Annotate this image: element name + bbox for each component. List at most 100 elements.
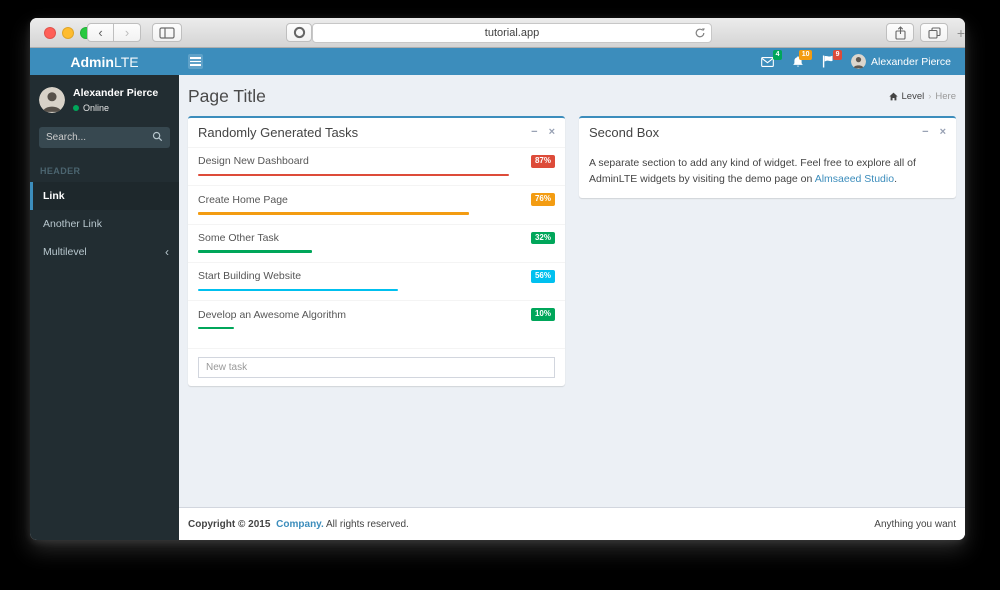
reload-icon bbox=[695, 28, 705, 38]
task-row[interactable]: Some Other Task 32% bbox=[188, 225, 565, 263]
task-row[interactable]: Start Building Website 56% bbox=[188, 263, 565, 302]
brand-bold: Admin bbox=[70, 53, 114, 70]
content-header: Page Title Level › Here bbox=[179, 75, 965, 116]
online-status-label[interactable]: Online bbox=[83, 103, 109, 113]
tabs-icon bbox=[927, 27, 941, 39]
main-sidebar: Alexander Pierce Online HEADER bbox=[30, 75, 179, 540]
copyright-text: Copyright © 2015 Company. All rights res… bbox=[188, 519, 412, 530]
sidebar-toggle[interactable] bbox=[179, 48, 212, 75]
rights-text: All rights reserved. bbox=[326, 518, 409, 530]
task-progress-bar bbox=[198, 250, 313, 253]
brand-light: LTE bbox=[113, 53, 139, 70]
task-label: Create Home Page bbox=[198, 193, 288, 206]
task-row[interactable]: Design New Dashboard 87% bbox=[188, 148, 565, 187]
minimize-window-button[interactable] bbox=[62, 27, 74, 39]
sidebar-user-name: Alexander Pierce bbox=[73, 87, 159, 99]
close-window-button[interactable] bbox=[44, 27, 56, 39]
new-tab-button[interactable]: + bbox=[954, 24, 965, 42]
user-avatar-small bbox=[851, 54, 867, 69]
task-percent-badge: 56% bbox=[530, 269, 555, 283]
user-avatar bbox=[39, 87, 65, 113]
close-box-button[interactable]: × bbox=[549, 127, 555, 138]
extension-ring-icon bbox=[293, 26, 305, 39]
breadcrumb: Level › Here bbox=[888, 91, 956, 102]
almsaeed-studio-link[interactable]: Almsaeed Studio bbox=[815, 173, 894, 185]
forward-button[interactable]: › bbox=[114, 23, 141, 42]
task-label: Design New Dashboard bbox=[198, 155, 309, 168]
notifications-badge: 10 bbox=[799, 50, 813, 60]
address-bar-url: tutorial.app bbox=[484, 27, 540, 39]
browser-sidebar-toggle-button[interactable] bbox=[152, 23, 182, 42]
sidebar-item-label: Multilevel bbox=[43, 246, 87, 258]
collapse-box-button[interactable]: − bbox=[922, 127, 928, 138]
page-title: Page Title bbox=[188, 86, 266, 106]
top-navbar: 4 10 9 Alexander Pierce bbox=[179, 48, 965, 75]
task-list: Design New Dashboard 87% Create Home Pag… bbox=[188, 148, 565, 348]
task-progress-bar bbox=[198, 288, 398, 292]
sidebar-search bbox=[39, 127, 170, 148]
tasks-box: Randomly Generated Tasks − × Design New … bbox=[188, 116, 565, 387]
reload-button[interactable] bbox=[694, 27, 706, 45]
online-status-dot bbox=[73, 105, 79, 111]
tasks-menu-button[interactable]: 9 bbox=[813, 48, 843, 75]
sidebar-item-link[interactable]: Link bbox=[30, 182, 179, 210]
sidebar-item-label: Another Link bbox=[43, 218, 102, 230]
address-bar[interactable]: tutorial.app bbox=[312, 23, 712, 43]
sidebar-item-label: Link bbox=[43, 190, 65, 202]
breadcrumb-level[interactable]: Level bbox=[902, 91, 925, 102]
app-header: Admin LTE 4 10 9 Alexander Pierce bbox=[30, 48, 965, 75]
task-percent-badge: 10% bbox=[530, 308, 555, 321]
task-row[interactable]: Develop an Awesome Algorithm 10% bbox=[188, 301, 565, 338]
search-icon bbox=[152, 131, 163, 141]
share-button[interactable] bbox=[886, 23, 914, 42]
company-link[interactable]: Company. bbox=[276, 519, 324, 530]
user-menu-button[interactable]: Alexander Pierce bbox=[843, 48, 955, 75]
tasks-box-header: Randomly Generated Tasks − × bbox=[188, 118, 565, 148]
second-box-body: A separate section to add any kind of wi… bbox=[579, 147, 956, 198]
tasks-box-footer bbox=[188, 348, 565, 386]
messages-menu-button[interactable]: 4 bbox=[752, 48, 783, 75]
task-row[interactable]: Create Home Page 76% bbox=[188, 186, 565, 225]
sidebar-user-panel: Alexander Pierce Online bbox=[30, 75, 179, 123]
back-button[interactable]: ‹ bbox=[87, 23, 114, 42]
search-input[interactable] bbox=[46, 132, 152, 143]
sidebar-item-multilevel[interactable]: Multilevel ‹ bbox=[30, 238, 179, 266]
tab-overview-button[interactable] bbox=[920, 23, 948, 42]
hamburger-icon bbox=[188, 54, 203, 69]
task-progress-bar bbox=[198, 326, 234, 330]
close-box-button[interactable]: × bbox=[940, 127, 946, 138]
navbar-user-name: Alexander Pierce bbox=[871, 55, 951, 68]
second-box-header: Second Box − × bbox=[579, 118, 956, 147]
task-label: Start Building Website bbox=[198, 270, 302, 283]
second-box-text-end: . bbox=[894, 173, 897, 186]
tasks-badge: 9 bbox=[833, 50, 843, 60]
chevron-left-icon: ‹ bbox=[165, 245, 169, 259]
brand-logo[interactable]: Admin LTE bbox=[30, 48, 179, 75]
copyright-prefix: Copyright © 2015 bbox=[188, 518, 271, 530]
breadcrumb-separator-icon: › bbox=[928, 91, 932, 102]
task-percent-badge: 76% bbox=[530, 193, 555, 207]
notifications-menu-button[interactable]: 10 bbox=[783, 48, 813, 75]
collapse-box-button[interactable]: − bbox=[531, 127, 537, 138]
history-nav-group: ‹ › bbox=[87, 23, 141, 42]
share-icon bbox=[894, 26, 906, 40]
home-icon bbox=[888, 92, 898, 101]
breadcrumb-current: Here bbox=[935, 91, 956, 102]
extension-button[interactable] bbox=[286, 23, 312, 42]
task-progress-bar bbox=[198, 212, 470, 215]
new-task-input[interactable] bbox=[198, 357, 555, 379]
sidebar-item-another-link[interactable]: Another Link bbox=[30, 210, 179, 238]
search-submit-button[interactable] bbox=[152, 129, 163, 147]
task-percent-badge: 32% bbox=[530, 231, 555, 245]
second-box-title: Second Box bbox=[589, 125, 660, 140]
second-box: Second Box − × A separate section to add… bbox=[579, 116, 956, 198]
browser-window: ‹ › tutorial.app + Admin LTE 4 10 9 Alex… bbox=[30, 18, 965, 540]
envelope-icon bbox=[761, 56, 774, 67]
task-percent-badge: 87% bbox=[530, 155, 555, 168]
task-label: Develop an Awesome Algorithm bbox=[198, 308, 347, 321]
browser-titlebar: ‹ › tutorial.app + bbox=[30, 18, 965, 48]
messages-badge: 4 bbox=[773, 50, 783, 60]
main-footer: Copyright © 2015 Company. All rights res… bbox=[179, 507, 965, 540]
sidebar-toggle-icon bbox=[159, 27, 175, 39]
navbar-right-menu: 4 10 9 Alexander Pierce bbox=[752, 48, 965, 75]
